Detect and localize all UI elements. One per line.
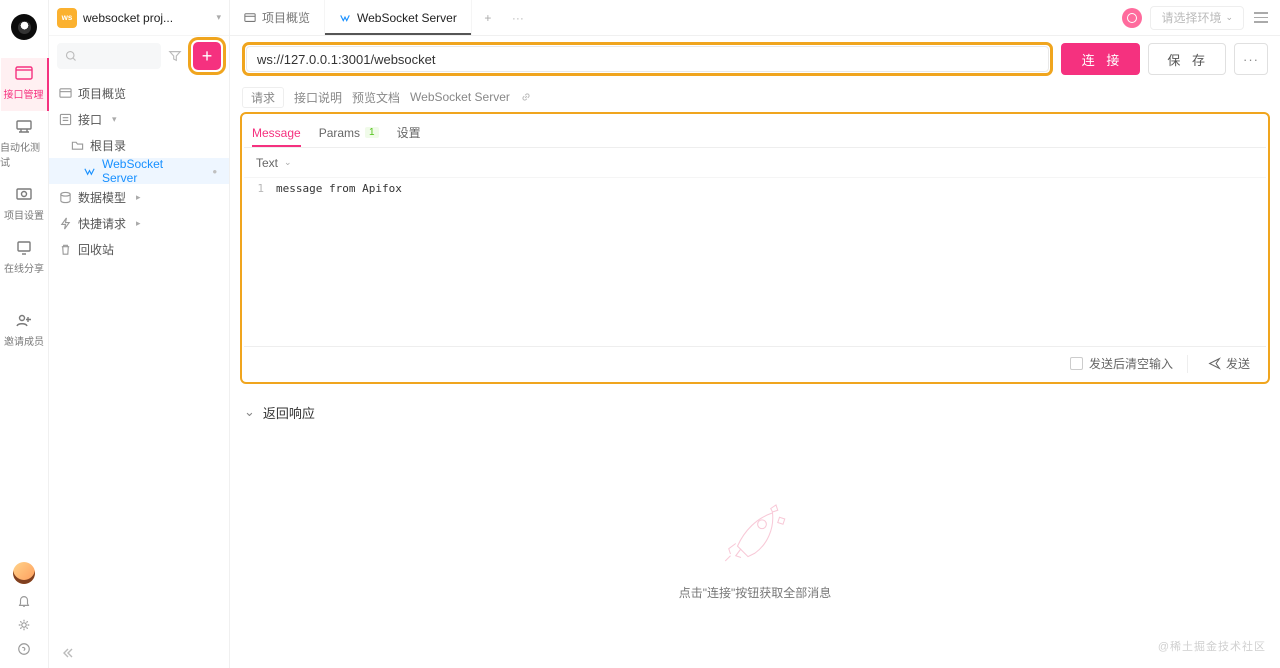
message-editor[interactable]: 1 message from Apifox <box>244 178 1266 346</box>
rocket-icon <box>711 498 799 568</box>
tree-websocket-server[interactable]: WebSocket Server • <box>49 158 229 184</box>
rail-invite[interactable]: 邀请成员 <box>0 305 48 358</box>
crumb-apidesc[interactable]: 接口说明 <box>294 89 342 106</box>
tab-more-icon[interactable]: ··· <box>504 0 532 35</box>
chevron-down-icon: ⌄ <box>1225 12 1233 23</box>
project-selector[interactable]: websocket proj... ▾ <box>49 0 229 36</box>
label: 请选择环境 <box>1161 9 1221 26</box>
ws-icon <box>83 165 96 178</box>
tabbar: 项目概览 WebSocket Server + ··· 请选择环境 ⌄ <box>230 0 1280 36</box>
response-header[interactable]: ⌄ 返回响应 <box>230 394 1280 430</box>
sync-icon[interactable] <box>1122 8 1142 28</box>
project-chip-icon <box>57 8 77 28</box>
project-name: websocket proj... <box>83 11 210 25</box>
chevron-down-icon: ▾ <box>112 114 117 125</box>
rail-online-share[interactable]: 在线分享 <box>0 232 48 285</box>
sidebar-tree: 项目概览 接口 ▾ 根目录 WebSocket Server • 数据模型 ▸ <box>49 76 229 638</box>
tree-datamodel[interactable]: 数据模型 ▸ <box>49 184 229 210</box>
label: 项目概览 <box>262 9 310 26</box>
main: 项目概览 WebSocket Server + ··· 请选择环境 ⌄ 连 接 <box>230 0 1280 668</box>
label: Text <box>256 156 278 170</box>
tree-root-folder[interactable]: 根目录 <box>49 132 229 158</box>
rail-api-mgmt[interactable]: 接口管理 <box>1 58 49 111</box>
label: 根目录 <box>90 137 126 154</box>
label: WebSocket Server <box>357 11 457 25</box>
gear-icon[interactable] <box>17 618 31 632</box>
label: 快捷请求 <box>78 215 126 232</box>
app-logo <box>11 14 37 40</box>
tree-trash[interactable]: 回收站 <box>49 236 229 262</box>
clear-after-send[interactable]: 发送后清空输入 <box>1070 355 1173 372</box>
request-panel: Message Params 1 设置 Text ⌄ 1 message fro… <box>240 112 1270 384</box>
connect-button[interactable]: 连 接 <box>1061 43 1141 75</box>
label: 项目概览 <box>78 85 126 102</box>
url-input[interactable] <box>246 46 1049 72</box>
bell-icon[interactable] <box>17 594 31 608</box>
caret-down-icon: ▾ <box>216 12 221 23</box>
editor-content[interactable]: message from Apifox <box>270 178 1266 346</box>
send-button[interactable]: 发送 <box>1202 353 1256 374</box>
crumb-preview[interactable]: 预览文档 <box>352 89 400 106</box>
tab-websocket[interactable]: WebSocket Server <box>325 0 472 35</box>
chevron-down-icon: ⌄ <box>284 157 292 168</box>
ptab-params[interactable]: Params 1 <box>319 118 379 147</box>
response-body: 点击"连接"按钮获取全部消息 <box>230 430 1280 668</box>
folder-icon <box>71 139 84 152</box>
panel-tabs: Message Params 1 设置 <box>244 118 1266 148</box>
url-highlight <box>242 42 1053 76</box>
more-button[interactable]: ··· <box>1234 43 1268 75</box>
rail-proj-settings[interactable]: 项目设置 <box>0 179 48 232</box>
filter-icon[interactable] <box>167 48 183 64</box>
link-icon[interactable] <box>520 91 532 103</box>
chevron-down-icon: ⌄ <box>244 404 255 420</box>
chevron-right-icon: ▸ <box>136 192 141 203</box>
crumb-ws[interactable]: WebSocket Server <box>410 90 510 104</box>
tree-quickreq[interactable]: 快捷请求 ▸ <box>49 210 229 236</box>
chevron-right-icon: ▸ <box>136 218 141 229</box>
label: 数据模型 <box>78 189 126 206</box>
ptab-message[interactable]: Message <box>252 118 301 147</box>
tab-overview[interactable]: 项目概览 <box>230 0 325 35</box>
env-selector[interactable]: 请选择环境 ⌄ <box>1150 6 1244 30</box>
tree-overview[interactable]: 项目概览 <box>49 80 229 106</box>
add-highlight: + <box>191 40 223 72</box>
item-more-icon[interactable]: • <box>210 164 219 179</box>
empty-hint: 点击"连接"按钮获取全部消息 <box>679 584 832 601</box>
label: 回收站 <box>78 241 114 258</box>
label: 发送后清空输入 <box>1089 355 1173 372</box>
sidebar-search[interactable] <box>57 43 161 69</box>
format-selector[interactable]: Text ⌄ <box>244 148 1266 178</box>
help-icon[interactable] <box>17 642 31 656</box>
rail-auto-test[interactable]: 自动化测试 <box>0 111 48 179</box>
label: 接口 <box>78 111 102 128</box>
ptab-settings[interactable]: 设置 <box>397 118 421 147</box>
add-button[interactable]: + <box>193 42 221 70</box>
label: 发送 <box>1226 355 1250 372</box>
breadcrumb: 请求 接口说明 预览文档 WebSocket Server <box>230 82 1280 112</box>
label: WebSocket Server <box>102 157 198 185</box>
trash-icon <box>59 243 72 256</box>
user-avatar[interactable] <box>13 562 35 584</box>
response-title: 返回响应 <box>263 403 315 422</box>
nav-rail: 接口管理 自动化测试 项目设置 在线分享 邀请成员 <box>0 0 49 668</box>
sidebar: websocket proj... ▾ + 项目概览 接口 ▾ <box>49 0 230 668</box>
checkbox-icon <box>1070 357 1083 370</box>
save-button[interactable]: 保 存 <box>1148 43 1226 75</box>
label: Params <box>319 126 360 140</box>
collapse-sidebar[interactable] <box>49 638 229 668</box>
crumb-request[interactable]: 请求 <box>242 87 284 108</box>
params-count: 1 <box>365 127 379 138</box>
hamburger-icon[interactable] <box>1252 12 1270 23</box>
panel-footer: 发送后清空输入 发送 <box>244 346 1266 380</box>
address-bar: 连 接 保 存 ··· <box>230 36 1280 82</box>
line-gutter: 1 <box>244 178 270 346</box>
tab-add[interactable]: + <box>472 0 504 35</box>
tree-api[interactable]: 接口 ▾ <box>49 106 229 132</box>
